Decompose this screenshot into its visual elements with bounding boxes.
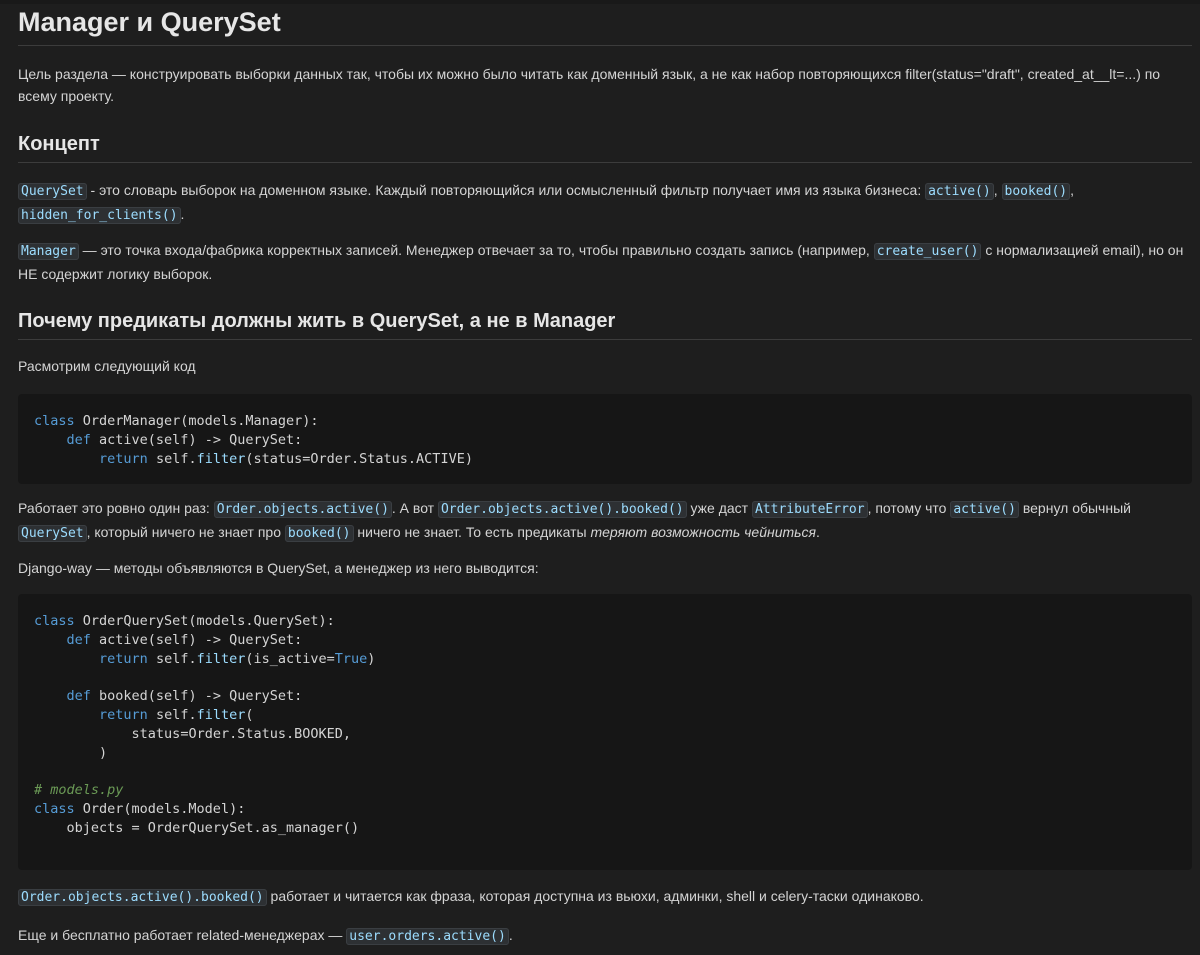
code-text: self. xyxy=(147,650,197,667)
inline-code: user.orders.active() xyxy=(346,928,509,945)
code-keyword: def xyxy=(66,631,91,648)
emphasis-text: теряют возможность чейниться xyxy=(590,524,816,540)
why-heading: Почему предикаты должны жить в QuerySet,… xyxy=(18,308,1192,340)
code-keyword: def xyxy=(66,688,91,705)
inline-code: booked() xyxy=(1001,183,1071,200)
paragraph-text: . xyxy=(816,524,820,540)
paragraph-text: . xyxy=(508,927,513,943)
code-function: filter xyxy=(196,450,246,467)
code-text: self. xyxy=(147,706,197,723)
inline-code: active() xyxy=(925,183,994,200)
consider-paragraph: Расмотрим следующий код xyxy=(18,358,196,374)
concept-heading: Концепт xyxy=(18,131,1192,163)
code-keyword: class xyxy=(34,800,75,817)
paragraph-text: . xyxy=(180,206,185,222)
paragraph-text: уже даст xyxy=(686,500,752,516)
code-function: filter xyxy=(196,706,246,723)
code-keyword: return xyxy=(99,650,148,667)
code-block-queryset[interactable]: class OrderQuerySet(models.QuerySet): de… xyxy=(18,594,1192,870)
code-keyword: return xyxy=(99,706,148,723)
works-paragraph: Работает это ровно один раз: Order.objec… xyxy=(18,497,1192,545)
paragraph-text: — это точка входа/фабрика корректных зап… xyxy=(78,242,874,258)
code-comment: # models.py xyxy=(34,782,124,799)
inline-code: active() xyxy=(950,501,1019,518)
code-text: status=Order.Status.BOOKED, xyxy=(131,725,351,742)
inline-code: Order.objects.active().booked() xyxy=(18,889,267,906)
inline-code: hidden_for_clients() xyxy=(18,207,181,224)
intro-paragraph: Цель раздела — конструировать выборки да… xyxy=(18,66,1161,104)
inline-code: QuerySet xyxy=(18,525,87,542)
paragraph-text: Еще и бесплатно работает related-менедже… xyxy=(18,927,347,943)
paragraph-text: - это словарь выборок на доменном языке.… xyxy=(86,182,926,198)
code-text: ) xyxy=(99,744,108,761)
code-text: (status=Order.Status.ACTIVE) xyxy=(245,450,473,467)
inline-code: QuerySet xyxy=(18,183,87,200)
page-title: Manager и QuerySet xyxy=(18,0,1192,46)
code-text: active(self) -> QuerySet: xyxy=(90,631,303,648)
inline-code: booked() xyxy=(284,525,354,542)
paragraph-text: вернул обычный xyxy=(1018,500,1131,516)
code-keyword: return xyxy=(99,450,148,467)
inline-code: Order.objects.active().booked() xyxy=(437,501,687,518)
paragraph-text: , xyxy=(993,182,1002,198)
phrase-paragraph: Order.objects.active().booked() работает… xyxy=(18,885,1192,909)
code-text: OrderManager(models.Manager): xyxy=(74,413,319,429)
code-text: active(self) -> QuerySet: xyxy=(90,431,303,448)
inline-code: create_user() xyxy=(873,243,982,260)
paragraph-text: ничего не знает. То есть предикаты xyxy=(353,524,591,540)
code-text: objects = OrderQuerySet.as_manager() xyxy=(66,819,360,836)
queryset-paragraph: QuerySet - это словарь выборок на доменн… xyxy=(18,179,1192,227)
paragraph-text: , xyxy=(1070,182,1075,198)
paragraph-text: Работает это ровно один раз: xyxy=(18,500,214,516)
inline-code: AttributeError xyxy=(751,501,868,518)
code-function: filter xyxy=(196,650,246,667)
code-block-manager[interactable]: class OrderManager(models.Manager): def … xyxy=(18,394,1192,484)
manager-paragraph: Manager — это точка входа/фабрика коррек… xyxy=(18,239,1192,285)
code-text: ) xyxy=(367,650,376,667)
code-text: OrderQuerySet(models.QuerySet): xyxy=(74,613,335,629)
code-keyword: class xyxy=(34,413,75,429)
code-text: self. xyxy=(147,450,197,467)
paragraph-text: , потому что xyxy=(867,500,951,516)
inline-code: Manager xyxy=(18,243,79,260)
code-text: booked(self) -> QuerySet: xyxy=(90,688,303,705)
code-keyword: class xyxy=(34,613,75,629)
paragraph-text: работает и читается как фраза, которая д… xyxy=(266,888,924,904)
paragraph-text: , который ничего не знает про xyxy=(86,524,285,540)
inline-code: Order.objects.active() xyxy=(213,501,392,518)
code-text: Order(models.Model): xyxy=(74,800,246,817)
code-text: ( xyxy=(245,706,254,723)
django-way-paragraph: Django-way — методы объявляются в QueryS… xyxy=(18,560,539,576)
paragraph-text: . А вот xyxy=(391,500,438,516)
code-text: (is_active= xyxy=(245,650,335,667)
code-keyword: def xyxy=(66,431,91,448)
code-constant: True xyxy=(334,650,368,667)
document-page: Manager и QuerySet Цель раздела — констр… xyxy=(0,0,1200,955)
related-paragraph: Еще и бесплатно работает related-менедже… xyxy=(18,924,1192,948)
